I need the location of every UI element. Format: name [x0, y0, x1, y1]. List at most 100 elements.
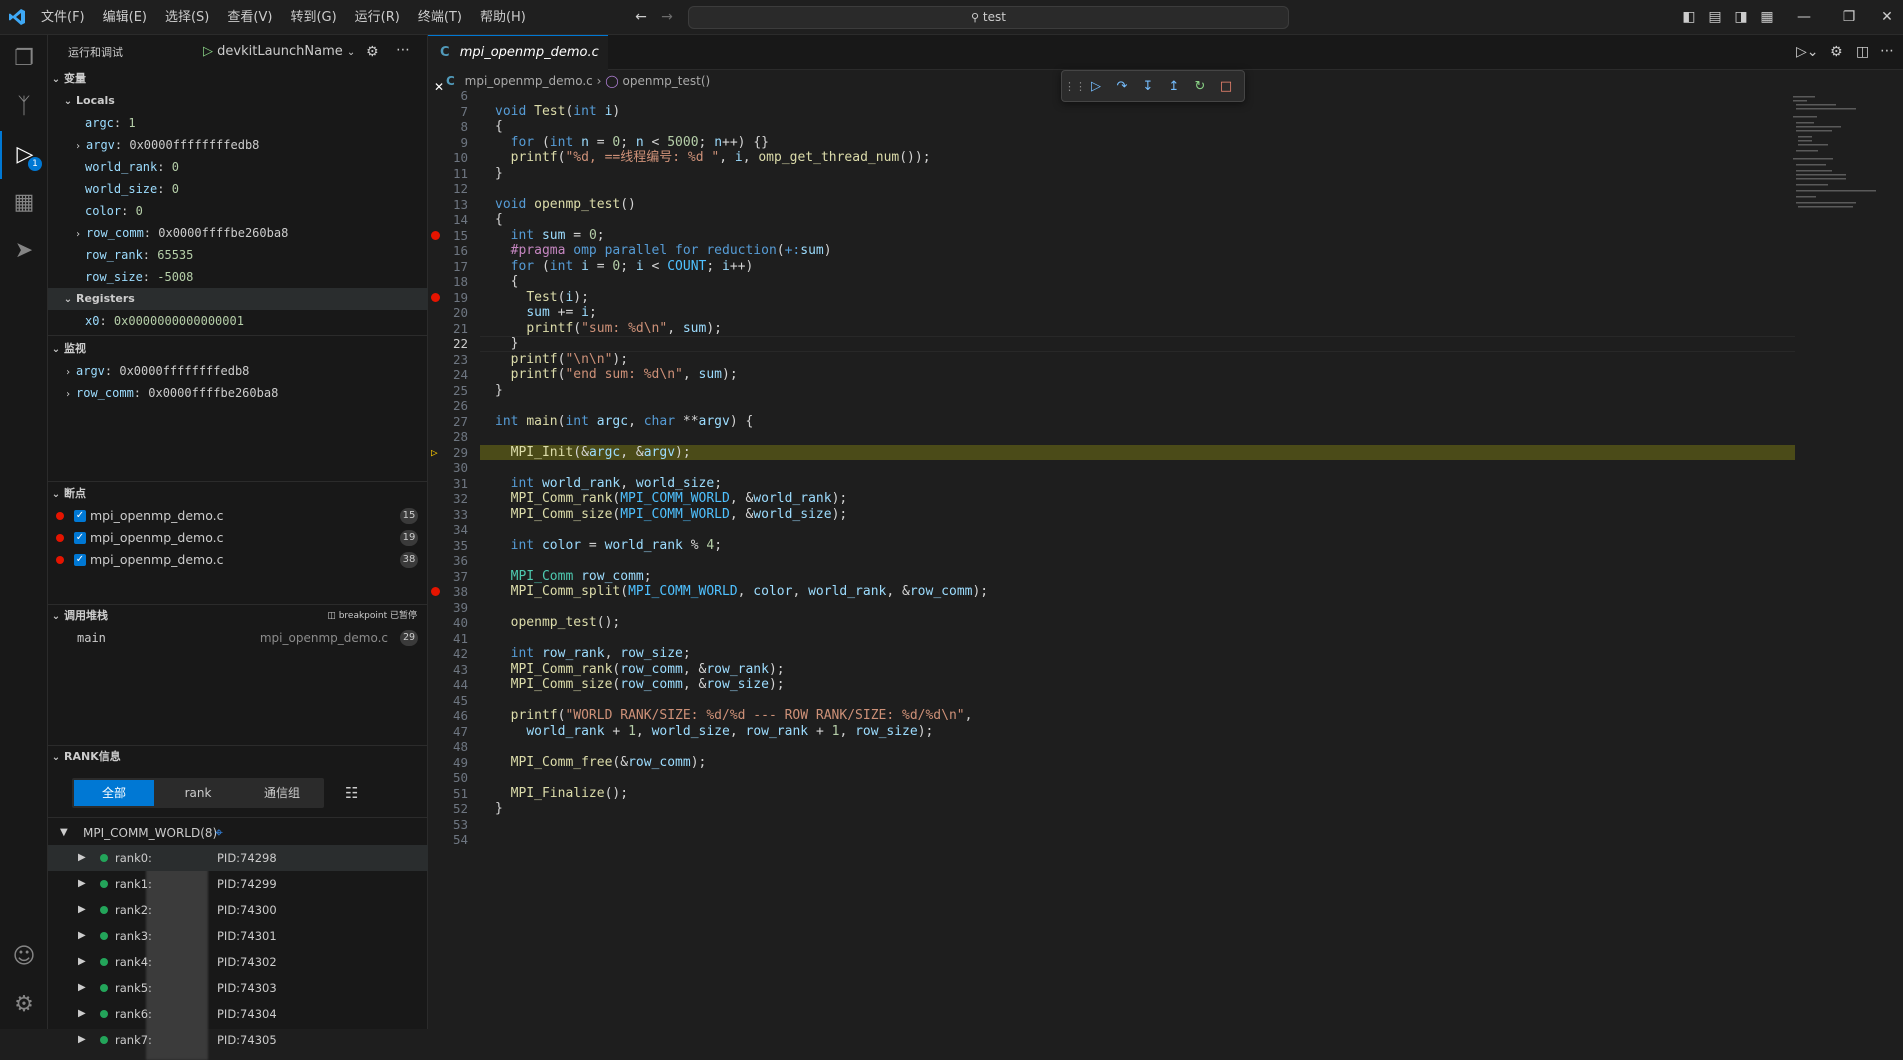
tab-mpi-openmp-demo[interactable]: C mpi_openmp_demo.c ✕	[428, 35, 608, 94]
code-text: int main(int argc, char **argv) {	[495, 413, 754, 429]
extensions-icon[interactable]: ▦	[0, 179, 48, 227]
restore-icon[interactable]: ❐	[1840, 8, 1858, 26]
vscode-logo-icon	[8, 8, 26, 26]
toggle-secondary-sidebar-icon[interactable]: ◨	[1732, 8, 1750, 26]
rank-row[interactable]: ▶ rank0: PID:74298	[48, 845, 428, 871]
variable-row[interactable]: color: 0	[48, 200, 428, 222]
start-debug-icon[interactable]: ▷	[203, 44, 213, 59]
rank-row[interactable]: ▶ rank6: PID:74304	[48, 1001, 428, 1027]
command-center-search[interactable]: ⚲ test	[688, 6, 1289, 29]
code-text: MPI_Comm_rank(row_comm, &row_rank);	[510, 661, 785, 677]
triangle-right-icon: ▶	[78, 852, 86, 863]
line-number: 42	[452, 646, 468, 661]
comm-group-row[interactable]: ▼ MPI_COMM_WORLD(8) ⌖	[48, 821, 428, 845]
locate-icon[interactable]: ⌖	[215, 821, 223, 845]
rank-row[interactable]: ▶ rank2: PID:74300	[48, 897, 428, 923]
breakpoint-row[interactable]: ✓ mpi_openmp_demo.c 38	[48, 549, 428, 571]
breadcrumb-symbol[interactable]: openmp_test()	[623, 74, 711, 88]
breakpoint-row[interactable]: ✓ mpi_openmp_demo.c 19	[48, 527, 428, 549]
code-editor[interactable]: 6 7 void Test(int i) 8{9 for (int n = 0; n …	[428, 88, 1903, 1022]
code-line: 22 }	[428, 336, 1903, 352]
variable-row[interactable]: world_rank: 0	[48, 156, 428, 178]
debug-settings-gear-icon[interactable]: ⚙	[366, 44, 379, 60]
rank-row[interactable]: ▶ rank1: PID:74299	[48, 871, 428, 897]
manage-gear-icon[interactable]: ⚙	[0, 981, 48, 1029]
breakpoints-section-header[interactable]: ⌄ 断点	[48, 483, 428, 505]
variable-name: row_rank	[85, 248, 143, 262]
run-debug-dropdown-icon[interactable]: ▷⌄	[1796, 44, 1819, 60]
variable-value: 0x0000ffffffffedb8	[129, 138, 260, 152]
menu-item-7[interactable]: 帮助(H)	[471, 0, 535, 35]
line-number: 37	[452, 568, 468, 584]
toggle-primary-sidebar-icon[interactable]: ◧	[1680, 8, 1698, 26]
callstack-frame[interactable]: main mpi_openmp_demo.c 29	[48, 627, 428, 649]
menu-item-2[interactable]: 选择(S)	[156, 0, 218, 35]
rank-row[interactable]: ▶ rank3: PID:74301	[48, 923, 428, 949]
frame-file: mpi_openmp_demo.c	[259, 631, 388, 645]
line-number: 23	[452, 351, 468, 367]
code-text: int row_rank, row_size;	[510, 646, 691, 661]
launch-config-select[interactable]: ▷ devkitLaunchName ⌄	[203, 41, 355, 63]
variable-row[interactable]: row_size: -5008	[48, 266, 428, 288]
code-text: for (int i = 0; i < COUNT; i++)	[510, 258, 754, 274]
rank-tab-rank[interactable]: rank	[158, 780, 238, 806]
breakpoint-checkbox[interactable]: ✓	[74, 554, 86, 566]
line-number: 31	[452, 475, 468, 491]
watch-row[interactable]: › row_comm: 0x0000ffffbe260ba8	[48, 382, 428, 404]
debug-badge: 1	[28, 157, 42, 171]
rank-section-header[interactable]: ⌄ RANK信息	[48, 746, 428, 768]
locals-scope-header[interactable]: ⌄ Locals	[48, 90, 428, 112]
variable-row[interactable]: world_size: 0	[48, 178, 428, 200]
customize-layout-icon[interactable]: ▦	[1758, 8, 1776, 26]
rank-row[interactable]: ▶ rank4: PID:74302	[48, 949, 428, 975]
minimap[interactable]	[1793, 92, 1893, 212]
register-row[interactable]: x0: 0x0000000000000001	[48, 310, 428, 332]
menu-item-1[interactable]: 编辑(E)	[94, 0, 156, 35]
breadcrumb-file[interactable]: mpi_openmp_demo.c	[465, 74, 593, 88]
menu-item-0[interactable]: 文件(F)	[32, 0, 94, 35]
variable-name: argc	[85, 116, 114, 130]
toggle-panel-icon[interactable]: ▤	[1706, 8, 1724, 26]
more-actions-icon[interactable]: ⋯	[396, 42, 410, 58]
code-line: 25}	[428, 383, 1903, 399]
rank-pid: PID:74303	[217, 981, 277, 995]
variables-section-header[interactable]: ⌄ 变量	[48, 68, 428, 90]
watch-section-header[interactable]: ⌄ 监视	[48, 338, 428, 360]
variable-row[interactable]: row_rank: 65535	[48, 244, 428, 266]
variable-row[interactable]: › argv: 0x0000ffffffffedb8	[48, 134, 428, 156]
editor-tabs: C mpi_openmp_demo.c ✕ ▷⌄ ⚙ ◫ ⋯	[428, 35, 1903, 94]
forward-arrow-icon[interactable]: →	[658, 8, 676, 26]
rank-tab-comm-group[interactable]: 通信组	[242, 780, 322, 806]
variable-row[interactable]: argc: 1	[48, 112, 428, 134]
breakpoint-checkbox[interactable]: ✓	[74, 532, 86, 544]
rank-row[interactable]: ▶ rank7: PID:74305	[48, 1027, 428, 1053]
breakpoint-row[interactable]: ✓ mpi_openmp_demo.c 15	[48, 505, 428, 527]
minimize-icon[interactable]: —	[1795, 8, 1813, 26]
menu-item-5[interactable]: 运行(R)	[346, 0, 409, 35]
editor-settings-gear-icon[interactable]: ⚙	[1830, 44, 1843, 60]
triangle-right-icon: ▶	[78, 1034, 86, 1045]
split-editor-icon[interactable]: ◫	[1856, 44, 1869, 60]
hierarchy-icon[interactable]: ☷	[345, 784, 358, 802]
rank-row[interactable]: ▶ rank5: PID:74303	[48, 975, 428, 1001]
variable-row[interactable]: › row_comm: 0x0000ffffbe260ba8	[48, 222, 428, 244]
more-actions-icon[interactable]: ⋯	[1880, 43, 1894, 59]
menu-item-4[interactable]: 转到(G)	[281, 0, 345, 35]
menu-item-3[interactable]: 查看(V)	[218, 0, 281, 35]
send-icon[interactable]: ➤	[0, 227, 48, 275]
menu-item-6[interactable]: 终端(T)	[409, 0, 471, 35]
variable-value: 0x0000ffffbe260ba8	[158, 226, 289, 240]
breakpoint-checkbox[interactable]: ✓	[74, 510, 86, 522]
back-arrow-icon[interactable]: ←	[632, 8, 650, 26]
run-and-debug-icon[interactable]: ▷ 1	[0, 131, 48, 179]
watch-row[interactable]: › argv: 0x0000ffffffffedb8	[48, 360, 428, 382]
accounts-icon[interactable]: ☺	[0, 933, 48, 981]
rank-tab-all[interactable]: 全部	[74, 780, 154, 806]
line-number: 43	[452, 661, 468, 677]
close-icon[interactable]: ✕	[1878, 8, 1896, 26]
code-line: 47 world_rank + 1, world_size, row_rank …	[428, 724, 1903, 740]
source-control-icon[interactable]: ᛉ	[0, 83, 48, 131]
registers-scope-header[interactable]: ⌄ Registers	[48, 288, 428, 310]
explorer-icon[interactable]: ❐	[0, 35, 48, 83]
code-text: void openmp_test()	[495, 196, 636, 212]
